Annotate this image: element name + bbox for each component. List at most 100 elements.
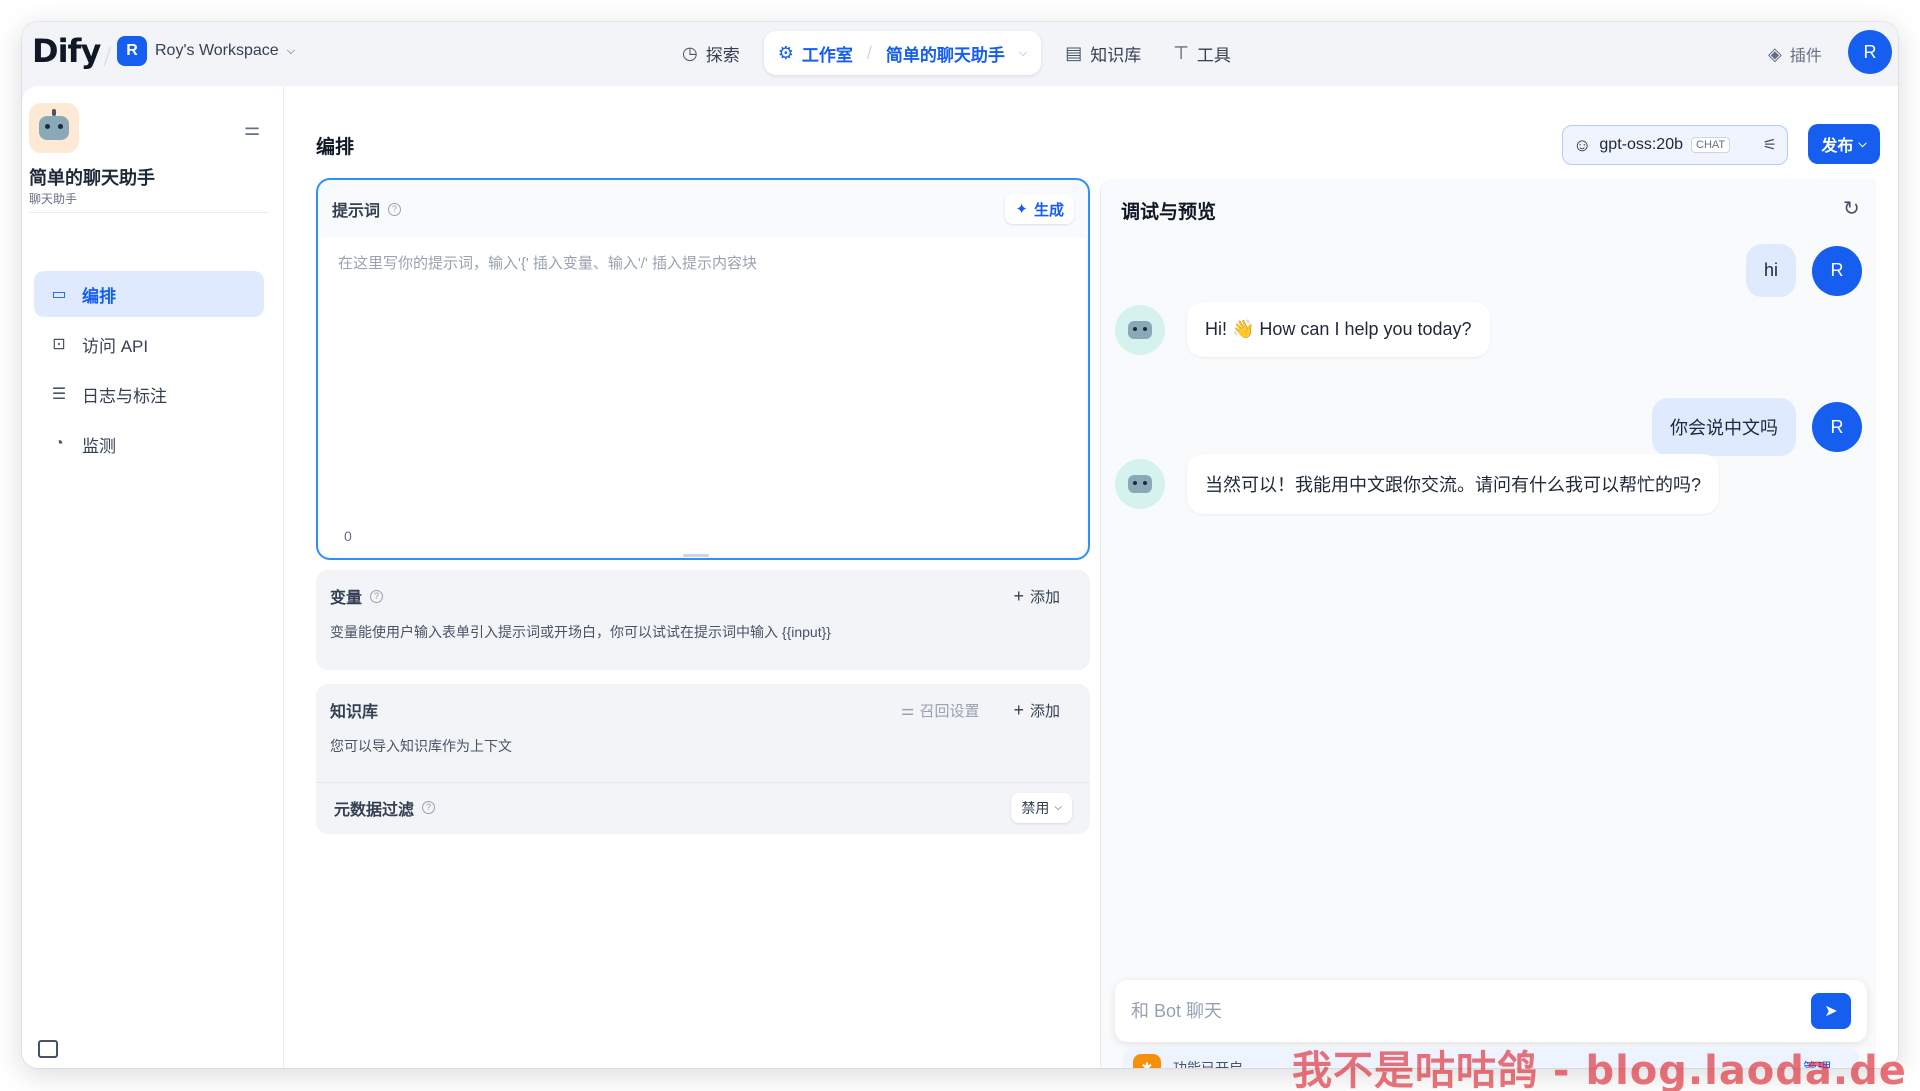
features-icon: ✱ bbox=[1133, 1054, 1161, 1068]
chevron-down-icon[interactable]: ⌵ bbox=[1019, 47, 1027, 60]
robot-icon: ⚙ bbox=[777, 42, 794, 63]
nav-knowledge[interactable]: ▤ 知识库 bbox=[1049, 31, 1157, 75]
features-enabled-text: 功能已开启 bbox=[1173, 1060, 1243, 1068]
variables-description: 变量能使用户输入表单引入提示词或开场白，你可以试试在提示词中输入 {{input… bbox=[330, 624, 831, 640]
workspace-switcher[interactable]: R Roy's Workspace ⌵ bbox=[117, 36, 295, 66]
knowledge-header: 知识库 ⚌ 召回设置 + 添加 bbox=[316, 684, 1090, 736]
main-nav: ◷ 探索 ⚙ 工作室 / 简单的聊天助手 ⌵ ▤ 知识库 ⊤ 工具 bbox=[666, 31, 1247, 75]
robot-icon bbox=[39, 109, 69, 140]
orchestrate-icon: ▭ bbox=[51, 286, 67, 303]
collapse-sidebar-icon[interactable] bbox=[38, 1040, 58, 1058]
nav-slash: / bbox=[866, 42, 872, 63]
sidebar-item-monitor[interactable]: ◔ 监测 bbox=[34, 421, 264, 467]
variables-section: 变量 ? + 添加 变量能使用户输入表单引入提示词或开场白，你可以试试在提示词中… bbox=[316, 570, 1090, 670]
sidebar-divider bbox=[29, 212, 269, 213]
sidebar-item-label: 访问 API bbox=[82, 336, 149, 356]
header-separator bbox=[103, 46, 112, 66]
variables-title: 变量 bbox=[330, 590, 363, 607]
workspace-name: Roy's Workspace bbox=[155, 42, 279, 59]
chat-input[interactable] bbox=[1131, 1000, 1811, 1022]
dify-logo[interactable]: Dify bbox=[32, 32, 101, 70]
sidebar-item-label: 编排 bbox=[82, 286, 116, 306]
nav-current-app[interactable]: 简单的聊天助手 bbox=[886, 41, 1005, 66]
help-icon[interactable]: ? bbox=[388, 202, 402, 216]
prompt-title: 提示词 bbox=[332, 203, 381, 220]
workspace-avatar: R bbox=[117, 36, 147, 66]
sidebar-item-api[interactable]: ⊡ 访问 API bbox=[34, 321, 264, 367]
chat-message-user: hi R bbox=[1745, 244, 1862, 297]
variables-header: 变量 ? + 添加 bbox=[316, 570, 1090, 622]
prompt-char-count: 0 bbox=[344, 528, 352, 544]
hammer-icon: ⊤ bbox=[1173, 42, 1189, 63]
page-title: 编排 bbox=[316, 137, 355, 158]
user-bubble: 你会说中文吗 bbox=[1652, 398, 1796, 456]
plugins-button[interactable]: ◈ 插件 bbox=[1768, 42, 1822, 66]
metadata-filter-title: 元数据过滤 bbox=[334, 801, 415, 819]
model-icon: ☺ bbox=[1573, 134, 1592, 155]
monitor-icon: ◔ bbox=[54, 435, 64, 452]
metadata-filter-select[interactable]: 禁用 ⌵ bbox=[1011, 792, 1072, 823]
debug-title: 调试与预览 bbox=[1121, 202, 1217, 223]
refresh-icon[interactable]: ↻ bbox=[1843, 196, 1860, 221]
send-icon: ➤ bbox=[1824, 1003, 1838, 1020]
app-type: 聊天助手 bbox=[29, 192, 78, 206]
publish-button[interactable]: 发布 ⌵ bbox=[1808, 124, 1880, 164]
nav-explore[interactable]: ◷ 探索 bbox=[666, 31, 756, 75]
settings-sliders-icon: ⚟ bbox=[1762, 137, 1777, 154]
add-variable-button[interactable]: + 添加 bbox=[997, 586, 1076, 607]
nav-studio-label: 工作室 bbox=[801, 45, 853, 65]
bot-avatar bbox=[1115, 304, 1165, 355]
nav-studio[interactable]: ⚙ 工作室 / 简单的聊天助手 ⌵ bbox=[763, 31, 1042, 75]
prompt-placeholder: 在这里写你的提示词，输入'{' 插入变量、输入'/' 插入提示内容块 bbox=[338, 255, 757, 272]
app-icon[interactable] bbox=[29, 103, 79, 153]
sidebar-item-label: 日志与标注 bbox=[82, 386, 167, 406]
watermark-text: 我不是咕咕鸽 - blog.laoda.de bbox=[1292, 1048, 1907, 1091]
prompt-header: 提示词 ? ✦ 生成 bbox=[318, 180, 1088, 238]
chevron-down-icon: ⌵ bbox=[1858, 137, 1867, 150]
model-name: gpt-oss:20b bbox=[1599, 136, 1683, 153]
sidebar-menu: ▭ 编排 ⊡ 访问 API ☰ 日志与标注 ◔ 监测 bbox=[34, 271, 264, 471]
bot-avatar bbox=[1115, 459, 1165, 509]
user-avatar: R bbox=[1812, 402, 1862, 452]
chat-message-user: 你会说中文吗 R bbox=[1652, 398, 1862, 456]
generate-button[interactable]: ✦ 生成 bbox=[1005, 194, 1074, 224]
nav-tools-label: 工具 bbox=[1196, 45, 1231, 65]
help-icon[interactable]: ? bbox=[422, 801, 436, 814]
resize-handle[interactable] bbox=[683, 554, 709, 557]
model-selector[interactable]: ☺ gpt-oss:20b CHAT ⚟ bbox=[1562, 125, 1788, 165]
prompt-card: 提示词 ? ✦ 生成 在这里写你的提示词，输入'{' 插入变量、输入'/' 插入… bbox=[316, 178, 1090, 560]
metadata-filter-value: 禁用 bbox=[1021, 799, 1050, 816]
sliders-icon[interactable]: ⚌ bbox=[244, 119, 260, 140]
sidebar-item-logs[interactable]: ☰ 日志与标注 bbox=[34, 371, 264, 417]
add-knowledge-button[interactable]: + 添加 bbox=[997, 700, 1076, 721]
compass-icon: ◷ bbox=[682, 42, 698, 63]
app-title: 简单的聊天助手 bbox=[29, 168, 155, 188]
add-label: 添加 bbox=[1029, 702, 1060, 720]
help-icon[interactable]: ? bbox=[370, 589, 384, 603]
nav-knowledge-label: 知识库 bbox=[1090, 45, 1142, 65]
publish-label: 发布 bbox=[1821, 138, 1854, 155]
plus-icon: + bbox=[1013, 699, 1024, 720]
recall-settings-button[interactable]: ⚌ 召回设置 bbox=[901, 700, 979, 721]
cube-icon: ◈ bbox=[1768, 43, 1782, 64]
app-window: Dify R Roy's Workspace ⌵ ◷ 探索 ⚙ 工作室 / 简单… bbox=[22, 22, 1898, 1068]
generate-label: 生成 bbox=[1033, 201, 1064, 219]
nav-tools[interactable]: ⊤ 工具 bbox=[1157, 31, 1247, 75]
robot-icon bbox=[1128, 320, 1152, 339]
sidebar-item-orchestrate[interactable]: ▭ 编排 bbox=[34, 271, 264, 317]
chat-message-bot: Hi! 👋 How can I help you today? bbox=[1115, 302, 1490, 357]
bot-bubble: 当然可以！我能用中文跟你交流。请问有什么我可以帮忙的吗? bbox=[1187, 454, 1720, 514]
prompt-editor[interactable]: 在这里写你的提示词，输入'{' 插入变量、输入'/' 插入提示内容块 0 bbox=[320, 238, 1086, 557]
knowledge-title: 知识库 bbox=[330, 704, 379, 721]
settings-icon: ⚌ bbox=[901, 702, 915, 719]
user-avatar[interactable]: R bbox=[1848, 30, 1892, 74]
sidebar-item-label: 监测 bbox=[82, 436, 116, 456]
user-avatar: R bbox=[1812, 245, 1862, 296]
logs-icon: ☰ bbox=[51, 386, 67, 403]
knowledge-section: 知识库 ⚌ 召回设置 + 添加 您可以导入知识库作为上下文 元数据过滤 ? 禁用… bbox=[316, 684, 1090, 834]
chevron-down-icon: ⌵ bbox=[286, 44, 296, 57]
send-button[interactable]: ➤ bbox=[1811, 993, 1851, 1029]
chat-input-box: ➤ bbox=[1115, 980, 1867, 1042]
model-mode-badge: CHAT bbox=[1691, 137, 1731, 153]
plus-icon: + bbox=[1013, 585, 1024, 606]
